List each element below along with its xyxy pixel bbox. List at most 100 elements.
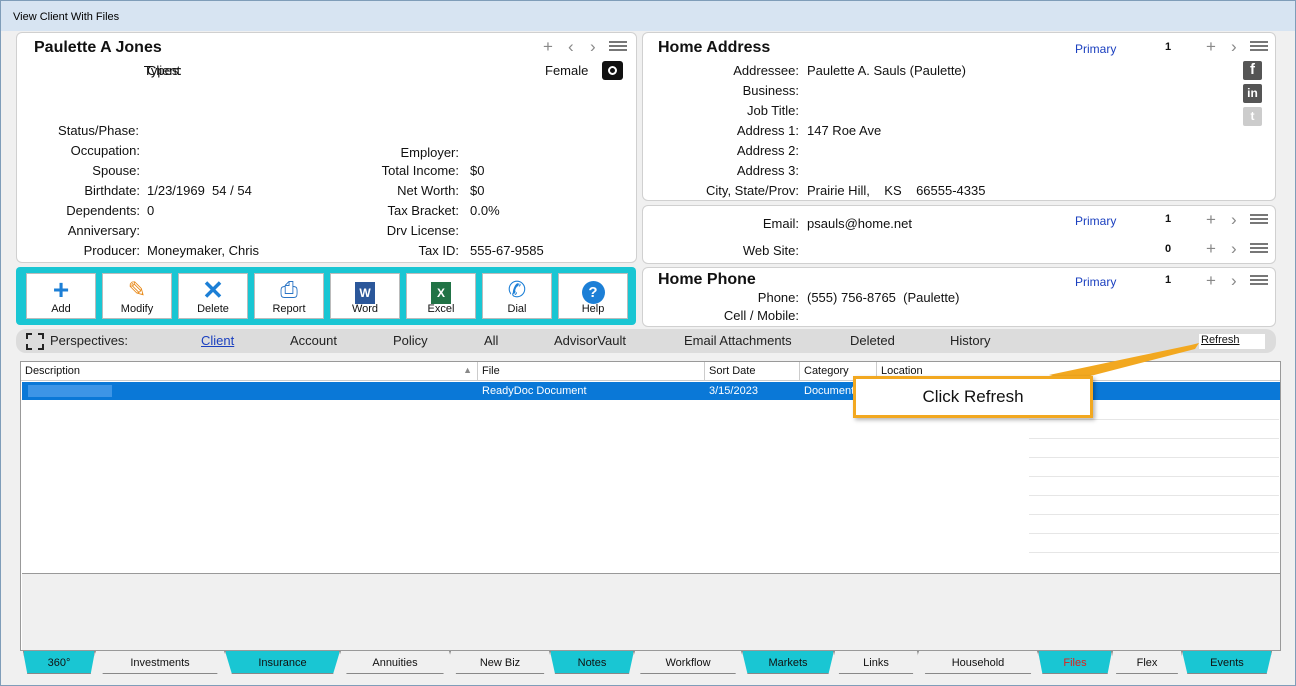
list-icon[interactable]	[1250, 243, 1268, 257]
add-email-icon[interactable]: +	[1206, 211, 1216, 228]
tab-deleted[interactable]: Deleted	[850, 333, 895, 348]
status-label: Status/Phase:	[58, 123, 139, 138]
row-divider	[1029, 419, 1279, 420]
website-count: 0	[1165, 243, 1172, 255]
column-sort-date[interactable]: Sort Date	[705, 362, 800, 381]
excel-button[interactable]: X Excel	[406, 273, 476, 319]
delete-button[interactable]: ✕ Delete	[178, 273, 248, 319]
anniversary-label: Anniversary:	[67, 223, 140, 238]
city-state-value: Prairie Hill, KS 66555-4335	[807, 183, 986, 198]
tab-investments[interactable]: Investments	[95, 651, 225, 674]
action-toolbar: + Add ✎ Modify ✕ Delete ⎙ Report W Word …	[16, 267, 636, 325]
address3-label: Address 3:	[736, 163, 799, 178]
add-address-icon[interactable]: +	[1206, 38, 1216, 55]
chevron-right-icon[interactable]: ›	[1231, 272, 1237, 289]
phone-value[interactable]: (555) 756-8765 (Paulette)	[807, 290, 959, 305]
tab-all[interactable]: All	[484, 333, 498, 348]
dial-button[interactable]: ✆ Dial	[482, 273, 552, 319]
word-button[interactable]: W Word	[330, 273, 400, 319]
linkedin-icon[interactable]: in	[1243, 84, 1262, 103]
tab-workflow[interactable]: Workflow	[634, 651, 742, 674]
client-name: Paulette A Jones	[34, 39, 162, 56]
phone-primary-link[interactable]: Primary	[1075, 275, 1116, 289]
tab-email-attachments[interactable]: Email Attachments	[684, 333, 792, 348]
plus-icon: +	[52, 274, 70, 305]
tab-events[interactable]: Events	[1182, 651, 1272, 674]
excel-button-label: Excel	[427, 303, 455, 315]
employer-label: Employer:	[400, 145, 459, 160]
facebook-icon[interactable]: f	[1243, 61, 1262, 80]
row-divider	[1029, 438, 1279, 439]
list-icon[interactable]	[609, 41, 627, 55]
email-panel: Email: psauls@home.net Primary 1 + › Web…	[642, 205, 1276, 264]
tab-markets[interactable]: Markets	[742, 651, 834, 674]
types-value: Client	[147, 63, 181, 78]
chevron-right-icon[interactable]: ›	[590, 38, 596, 55]
modify-button[interactable]: ✎ Modify	[102, 273, 172, 319]
email-count: 1	[1165, 213, 1172, 225]
email-value[interactable]: psauls@home.net	[807, 216, 912, 231]
chevron-right-icon[interactable]: ›	[1231, 38, 1237, 55]
row-category: Document	[804, 385, 855, 397]
city-state-label: City, State/Prov:	[706, 183, 799, 198]
column-file[interactable]: File	[478, 362, 705, 381]
address-primary-link[interactable]: Primary	[1075, 42, 1116, 56]
twitter-icon[interactable]: t	[1243, 107, 1262, 126]
column-description[interactable]: Description ▲	[21, 362, 478, 381]
tab-account[interactable]: Account	[290, 333, 337, 348]
address-count: 1	[1165, 41, 1172, 53]
column-description-label: Description	[25, 365, 81, 377]
add-website-icon[interactable]: +	[1206, 240, 1216, 257]
birthdate-value: 1/23/1969 54 / 54	[147, 183, 252, 198]
x-icon: ✕	[202, 275, 224, 305]
list-icon[interactable]	[1250, 214, 1268, 228]
list-icon[interactable]	[1250, 275, 1268, 289]
report-button[interactable]: ⎙ Report	[254, 273, 324, 319]
tab-advisorvault[interactable]: AdvisorVault	[554, 333, 626, 348]
tab-360[interactable]: 360°	[23, 651, 95, 674]
help-button-label: Help	[581, 303, 605, 315]
tab-annuities[interactable]: Annuities	[340, 651, 450, 674]
help-icon: ?	[559, 277, 627, 304]
net-worth-value: $0	[470, 183, 485, 198]
address-title: Home Address	[658, 39, 771, 56]
tab-client[interactable]: Client	[201, 333, 234, 348]
list-icon[interactable]	[1250, 41, 1268, 55]
perspectives-label: Perspectives:	[50, 333, 129, 348]
tab-newbiz[interactable]: New Biz	[450, 651, 550, 674]
total-income-label: Total Income:	[381, 163, 459, 178]
dependents-value: 0	[147, 203, 155, 218]
add-button[interactable]: + Add	[26, 273, 96, 319]
tab-insurance[interactable]: Insurance	[225, 651, 340, 674]
address1-value: 147 Roe Ave	[807, 123, 882, 138]
business-label: Business:	[742, 83, 799, 98]
row-divider	[1029, 552, 1279, 553]
row-divider	[1029, 495, 1279, 496]
addressee-value: Paulette A. Sauls (Paulette)	[807, 63, 966, 78]
email-primary-link[interactable]: Primary	[1075, 214, 1116, 228]
tax-id-value: 555-67-9585	[470, 243, 544, 258]
phone-count: 1	[1165, 274, 1172, 286]
help-button[interactable]: ? Help	[558, 273, 628, 319]
bottom-tabbar: 360° Investments Insurance Annuities New…	[23, 651, 1273, 675]
row-divider	[1029, 514, 1279, 515]
tab-household[interactable]: Household	[918, 651, 1038, 674]
add-icon[interactable]: +	[543, 38, 553, 55]
gender-value: Female	[545, 63, 589, 78]
pencil-icon: ✎	[127, 277, 147, 302]
tab-flex[interactable]: Flex	[1112, 651, 1182, 674]
word-icon: W	[331, 277, 399, 304]
tab-links[interactable]: Links	[834, 651, 918, 674]
tab-history[interactable]: History	[950, 333, 990, 348]
modify-button-label: Modify	[120, 303, 154, 315]
expand-icon[interactable]	[26, 333, 44, 350]
tab-notes[interactable]: Notes	[550, 651, 634, 674]
add-phone-icon[interactable]: +	[1206, 272, 1216, 289]
website-label: Web Site:	[742, 243, 799, 258]
tab-policy[interactable]: Policy	[393, 333, 428, 348]
email-label: Email:	[762, 216, 799, 231]
chevron-right-icon[interactable]: ›	[1231, 211, 1237, 228]
chevron-right-icon[interactable]: ›	[1231, 240, 1237, 257]
chevron-left-icon[interactable]: ‹	[568, 38, 574, 55]
tab-files[interactable]: Files	[1038, 651, 1112, 674]
